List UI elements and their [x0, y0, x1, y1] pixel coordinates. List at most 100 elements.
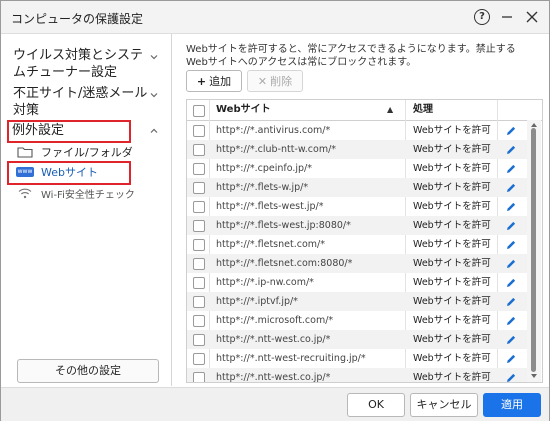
other-settings-button[interactable]: その他の設定	[17, 359, 159, 383]
website-table: Webサイト ▲ 処理 http*://*.antivirus.com/* Web…	[186, 99, 543, 383]
edit-pencil-icon[interactable]	[505, 296, 517, 308]
add-label: 追加	[209, 75, 232, 88]
row-checkbox[interactable]	[193, 144, 205, 156]
row-url: http*://*.ntt-west.co.jp/*	[216, 372, 331, 383]
table-header: Webサイト ▲ 処理	[187, 100, 542, 121]
scrollbar-thumb[interactable]	[531, 128, 536, 372]
table-row[interactable]: http*://*.iptvf.jp/* Webサイトを許可	[187, 292, 527, 311]
delete-button[interactable]: ✕ 削除	[247, 70, 303, 92]
edit-pencil-icon[interactable]	[505, 353, 517, 365]
edit-pencil-icon[interactable]	[505, 258, 517, 270]
table-row[interactable]: http*://*.microsoft.com/* Webサイトを許可	[187, 311, 527, 330]
row-checkbox[interactable]	[193, 182, 205, 194]
row-action[interactable]: Webサイトを許可	[413, 368, 491, 382]
column-header-action[interactable]: 処理	[413, 100, 433, 120]
folder-icon	[15, 145, 35, 159]
help-button[interactable]: ?	[471, 7, 493, 27]
row-checkbox[interactable]	[193, 125, 205, 137]
table-row[interactable]: http*://*.ntt-west.co.jp/* Webサイトを許可	[187, 330, 527, 349]
row-action[interactable]: Webサイトを許可	[413, 349, 491, 368]
close-button[interactable]	[521, 7, 543, 27]
minimize-button[interactable]	[496, 7, 518, 27]
row-url: http*://*.antivirus.com/*	[216, 125, 331, 136]
sidebar-section-virus-tuner[interactable]: ウイルス対策とシステムチューナー設定	[13, 47, 155, 81]
select-all-checkbox[interactable]	[193, 105, 205, 117]
row-checkbox[interactable]	[193, 353, 205, 365]
column-header-website[interactable]: Webサイト	[216, 100, 271, 120]
row-action[interactable]: Webサイトを許可	[413, 178, 491, 197]
ok-button[interactable]: OK	[347, 393, 405, 417]
table-row[interactable]: http*://*.flets-west.jp:8080/* Webサイトを許可	[187, 216, 527, 235]
row-action[interactable]: Webサイトを許可	[413, 292, 491, 311]
sidebar-item-label: Webサイト	[41, 166, 98, 179]
row-checkbox[interactable]	[193, 372, 205, 382]
apply-button[interactable]: 適用	[483, 393, 541, 417]
sidebar-item-websites[interactable]: www Webサイト	[15, 162, 98, 182]
row-checkbox[interactable]	[193, 277, 205, 289]
row-action[interactable]: Webサイトを許可	[413, 121, 491, 140]
row-action[interactable]: Webサイトを許可	[413, 159, 491, 178]
row-action[interactable]: Webサイトを許可	[413, 216, 491, 235]
scroll-down-arrow-icon[interactable]	[530, 373, 538, 379]
row-url: http*://*.ntt-west-recruiting.jp/*	[216, 353, 366, 364]
www-icon: www	[15, 167, 35, 177]
row-url: http*://*.flets-west.jp/*	[216, 201, 324, 212]
edit-pencil-icon[interactable]	[505, 277, 517, 289]
row-action[interactable]: Webサイトを許可	[413, 330, 491, 349]
row-checkbox[interactable]	[193, 334, 205, 346]
row-checkbox[interactable]	[193, 296, 205, 308]
table-row[interactable]: http*://*.ip-nw.com/* Webサイトを許可	[187, 273, 527, 292]
sidebar-item-wifi-check[interactable]: Wi-Fi安全性チェック	[15, 183, 135, 203]
help-icon: ?	[474, 9, 490, 25]
row-checkbox[interactable]	[193, 239, 205, 251]
row-url: http*://*.flets-west.jp:8080/*	[216, 220, 351, 231]
table-row[interactable]: http*://*.flets-west.jp/* Webサイトを許可	[187, 197, 527, 216]
table-row[interactable]: http*://*.flets-w.jp/* Webサイトを許可	[187, 178, 527, 197]
row-checkbox[interactable]	[193, 220, 205, 232]
sidebar-item-label: ファイル/フォルダ	[41, 146, 133, 159]
edit-pencil-icon[interactable]	[505, 144, 517, 156]
sidebar-section-web-mail[interactable]: 不正サイト/迷惑メール対策	[13, 85, 155, 119]
edit-pencil-icon[interactable]	[505, 182, 517, 194]
table-row[interactable]: http*://*.ntt-west.co.jp/* Webサイトを許可	[187, 368, 527, 383]
close-icon	[526, 11, 538, 23]
table-row[interactable]: http*://*.club-ntt-w.com/* Webサイトを許可	[187, 140, 527, 159]
row-action[interactable]: Webサイトを許可	[413, 254, 491, 273]
table-row[interactable]: http*://*.antivirus.com/* Webサイトを許可	[187, 121, 527, 140]
cancel-button[interactable]: キャンセル	[410, 393, 478, 417]
edit-pencil-icon[interactable]	[505, 239, 517, 251]
chevron-down-icon[interactable]	[149, 52, 159, 62]
edit-pencil-icon[interactable]	[505, 201, 517, 213]
sidebar-section-exceptions[interactable]: 例外設定	[12, 122, 154, 139]
row-action[interactable]: Webサイトを許可	[413, 273, 491, 292]
edit-pencil-icon[interactable]	[505, 372, 517, 383]
settings-window: コンピュータの保護設定 ? ウイルス対策とシステムチューナー設定 不正サイト/迷…	[0, 0, 550, 421]
row-checkbox[interactable]	[193, 163, 205, 175]
row-action[interactable]: Webサイトを許可	[413, 235, 491, 254]
row-checkbox[interactable]	[193, 258, 205, 270]
table-row[interactable]: http*://*.cpeinfo.jp/* Webサイトを許可	[187, 159, 527, 178]
sidebar-item-files-folders[interactable]: ファイル/フォルダ	[15, 142, 133, 162]
row-action[interactable]: Webサイトを許可	[413, 197, 491, 216]
row-action[interactable]: Webサイトを許可	[413, 140, 491, 159]
sidebar-item-label: Wi-Fi安全性チェック	[41, 189, 135, 201]
edit-pencil-icon[interactable]	[505, 315, 517, 327]
add-button[interactable]: + 追加	[186, 70, 242, 92]
sort-ascending-icon[interactable]: ▲	[387, 100, 393, 120]
edit-pencil-icon[interactable]	[505, 125, 517, 137]
table-row[interactable]: http*://*.fletsnet.com/* Webサイトを許可	[187, 235, 527, 254]
table-row[interactable]: http*://*.fletsnet.com:8080/* Webサイトを許可	[187, 254, 527, 273]
description-text: Webサイトを許可すると、常にアクセスできるようになります。禁止するWebサイト…	[186, 44, 516, 68]
chevron-down-icon[interactable]	[149, 90, 159, 100]
edit-pencil-icon[interactable]	[505, 220, 517, 232]
chevron-up-icon[interactable]	[149, 126, 159, 136]
table-row[interactable]: http*://*.ntt-west-recruiting.jp/* Webサイト…	[187, 349, 527, 368]
row-url: http*://*.iptvf.jp/*	[216, 296, 298, 307]
edit-pencil-icon[interactable]	[505, 334, 517, 346]
row-checkbox[interactable]	[193, 315, 205, 327]
row-checkbox[interactable]	[193, 201, 205, 213]
minimize-icon	[502, 16, 512, 18]
row-action[interactable]: Webサイトを許可	[413, 311, 491, 330]
row-url: http*://*.flets-w.jp/*	[216, 182, 309, 193]
edit-pencil-icon[interactable]	[505, 163, 517, 175]
